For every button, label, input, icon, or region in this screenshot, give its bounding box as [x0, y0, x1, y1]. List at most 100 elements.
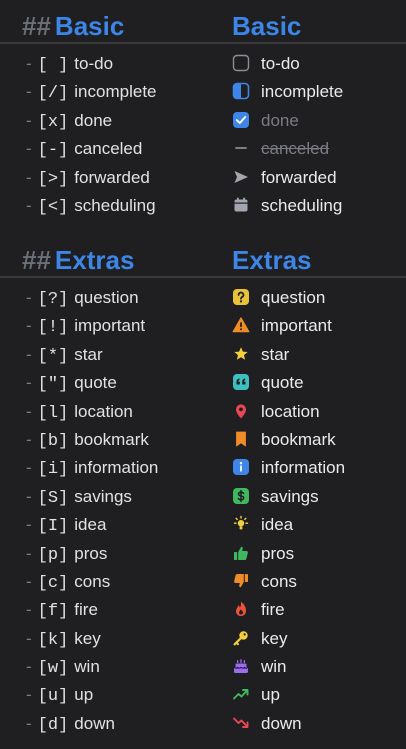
basic-heading-right: Basic — [232, 11, 302, 41]
heading-hashes: ## — [22, 245, 51, 275]
extras-heading-right: Extras — [232, 245, 312, 275]
bookmark-icon[interactable] — [232, 430, 250, 448]
lightbulb-icon[interactable] — [232, 515, 250, 533]
bullet-dash: - — [26, 515, 32, 535]
task-label: cons — [74, 571, 111, 591]
send-arrow-icon[interactable] — [232, 168, 250, 186]
bullet-dash: - — [26, 110, 32, 130]
extras-section: ## Extras Extras - [?] question question -[… — [0, 244, 406, 738]
page: ## Basic Basic -[ ] to-do to-do - [/] incomp… — [0, 0, 406, 749]
rendered-line: location — [232, 398, 320, 426]
source-line: -[ ] to-do — [26, 50, 113, 78]
source-line: - [p] pros — [26, 540, 107, 568]
rendered-label: location — [261, 401, 320, 421]
list-item-todo: -[ ] to-do to-do — [0, 50, 406, 78]
source-line: - [-] canceled — [26, 135, 142, 163]
thumbs-down-icon[interactable] — [232, 572, 250, 590]
dollar-icon[interactable] — [232, 487, 250, 505]
source-line: - [>] forwarded — [26, 164, 150, 192]
list-item-pros: - [p] pros pros — [0, 540, 406, 568]
thumbs-up-icon[interactable] — [232, 544, 250, 562]
task-label: scheduling — [74, 195, 156, 215]
task-label: canceled — [74, 139, 143, 159]
cake-icon[interactable] — [232, 657, 250, 675]
list-item-information: - [i] information information — [0, 454, 406, 482]
rendered-label: pros — [261, 543, 295, 563]
list-item-location: - [l] location location — [0, 398, 406, 426]
list-item-win: - [w] win win — [0, 653, 406, 681]
warning-icon[interactable] — [232, 316, 250, 334]
bullet-dash: - — [26, 373, 32, 393]
task-marker: [b] — [37, 431, 69, 451]
rendered-label: information — [261, 458, 346, 478]
bullet-dash: - — [26, 571, 32, 591]
empty-checkbox-icon[interactable] — [232, 54, 250, 72]
extras-header: ## Extras Extras — [0, 244, 406, 278]
rendered-line: forwarded — [232, 164, 337, 192]
rendered-line: done — [232, 107, 299, 135]
location-pin-icon[interactable] — [232, 402, 250, 420]
rendered-label: fire — [261, 600, 285, 620]
list-item-cons: - [c] cons cons — [0, 568, 406, 596]
task-marker: [-] — [37, 141, 69, 161]
task-label: information — [74, 458, 159, 478]
task-marker: [u] — [37, 687, 69, 707]
task-marker: [w] — [37, 659, 69, 679]
bullet-dash: - — [26, 713, 32, 733]
key-icon[interactable] — [232, 629, 250, 647]
task-marker: [k] — [37, 630, 69, 650]
half-checkbox-icon[interactable] — [232, 82, 250, 100]
rendered-label: up — [261, 685, 280, 705]
calendar-icon[interactable] — [232, 196, 250, 214]
rendered-line: quote — [232, 369, 304, 397]
task-label: forwarded — [74, 167, 150, 187]
source-line: - [u] up — [26, 681, 93, 709]
bullet-dash: - — [26, 195, 32, 215]
rendered-line: win — [232, 653, 287, 681]
task-label: star — [74, 344, 103, 364]
checked-checkbox-icon[interactable] — [232, 111, 250, 129]
list-item-idea: - [I] idea idea — [0, 511, 406, 539]
rendered-label: done — [261, 110, 299, 130]
dash-icon[interactable] — [232, 139, 250, 157]
task-label: question — [74, 288, 139, 307]
task-marker: [l] — [37, 403, 69, 423]
heading-hashes: ## — [22, 11, 51, 41]
source-line: - [!] important — [26, 312, 145, 340]
task-marker: ["] — [37, 375, 69, 395]
rendered-label: important — [261, 316, 332, 336]
rendered-label: question — [261, 288, 326, 307]
task-marker: [f] — [37, 602, 69, 622]
rendered-label: forwarded — [261, 167, 337, 187]
task-label: important — [74, 316, 146, 336]
rendered-label: win — [261, 657, 287, 677]
rendered-line: pros — [232, 540, 294, 568]
star-icon[interactable] — [232, 345, 250, 363]
list-item-question: - [?] question question — [0, 284, 406, 312]
task-label: fire — [74, 600, 98, 620]
bullet-dash: - — [26, 82, 32, 102]
list-item-quote: - ["] quote quote — [0, 369, 406, 397]
source-line: - ["] quote — [26, 369, 117, 397]
rendered-line: bookmark — [232, 426, 336, 454]
task-marker: [ ] — [37, 56, 69, 75]
question-icon[interactable] — [232, 288, 250, 306]
task-label: quote — [74, 373, 117, 393]
quote-icon[interactable] — [232, 373, 250, 391]
task-marker: [p] — [37, 545, 69, 565]
trend-up-icon[interactable] — [232, 685, 250, 703]
task-marker: [*] — [37, 346, 69, 366]
fire-icon[interactable] — [232, 600, 250, 618]
basic-heading-source: ## Basic — [22, 10, 124, 42]
task-marker: [<] — [37, 197, 69, 217]
task-label: down — [74, 713, 115, 733]
bullet-dash: - — [26, 486, 32, 506]
task-label: incomplete — [74, 82, 157, 102]
trend-down-icon[interactable] — [232, 714, 250, 732]
extras-heading-left: Extras — [54, 245, 135, 275]
source-line: - [x] done — [26, 107, 112, 135]
list-item-scheduling: - [<] scheduling scheduling — [0, 192, 406, 220]
info-icon[interactable] — [232, 458, 250, 476]
bullet-dash: - — [26, 288, 32, 307]
task-label: done — [74, 110, 113, 130]
